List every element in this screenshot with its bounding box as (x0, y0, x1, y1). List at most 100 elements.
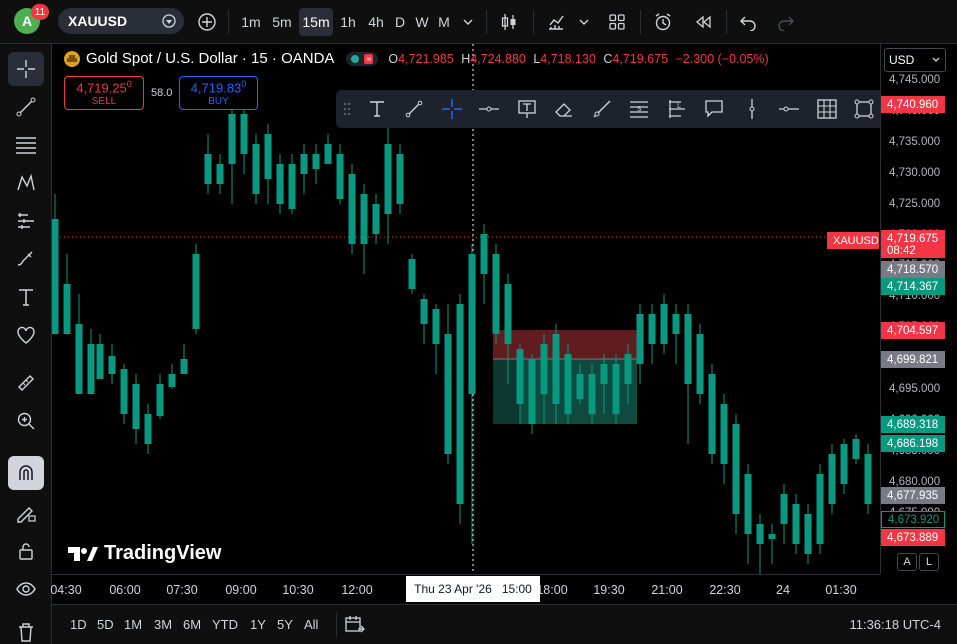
range-5y[interactable]: 5Y (277, 617, 293, 632)
interval-1m[interactable]: 1m (236, 8, 266, 36)
range-1d[interactable]: 1D (70, 617, 87, 632)
legend-title[interactable]: Gold Spot / U.S. Dollar · 15 · OANDA (86, 50, 334, 67)
price-badge: 4,686.198 (881, 435, 945, 452)
patterns-tool[interactable] (8, 166, 44, 200)
interval-d[interactable]: D (391, 8, 409, 36)
brush-tool[interactable] (8, 242, 44, 276)
text-box-icon (518, 100, 536, 118)
forecast-tool[interactable] (8, 204, 44, 238)
symbol-search-button[interactable]: XAUUSD (58, 8, 184, 34)
time-label: 22:30 (709, 583, 741, 597)
ft-vertical-line[interactable] (733, 90, 771, 128)
gem-icon (162, 14, 176, 28)
range-6m[interactable]: 6M (183, 617, 201, 632)
price-badge: 4,714.367 (881, 278, 945, 295)
add-symbol-button[interactable] (194, 8, 220, 36)
text-tool[interactable] (8, 280, 44, 314)
ft-crosshair[interactable] (433, 90, 471, 128)
notification-badge: 11 (31, 4, 49, 20)
remove-drawings-tool[interactable] (8, 620, 44, 644)
price-scale[interactable]: USD 4,745.0004,740.0004,735.0004,730.000… (827, 44, 957, 574)
candle-body (504, 284, 512, 344)
timezone-clock[interactable]: 11:36:18 UTC-4 (849, 617, 941, 632)
goto-date-button[interactable] (344, 614, 366, 641)
candle-body (480, 234, 488, 274)
redo-button[interactable] (772, 8, 800, 36)
zoom-in-icon (17, 412, 35, 430)
range-1m[interactable]: 1M (124, 617, 142, 632)
lock-all-tool[interactable] (8, 534, 44, 568)
crosshair-tool[interactable] (8, 52, 44, 86)
indicators-icon (549, 15, 564, 30)
alert-button[interactable] (648, 8, 678, 36)
indicators-dropdown[interactable] (574, 8, 594, 36)
undo-button[interactable] (734, 8, 762, 36)
buy-button[interactable]: 4,719.830 BUY (179, 76, 258, 110)
drag-handle[interactable] (336, 90, 358, 128)
candle-body (708, 374, 716, 454)
candle-body (120, 369, 128, 414)
ft-rectangle[interactable] (846, 90, 884, 128)
candle-body (744, 474, 752, 534)
price-label: 4,695.000 (889, 383, 941, 395)
ft-eraser[interactable] (546, 90, 584, 128)
candle-body (87, 344, 95, 394)
trend-line-icon (16, 97, 36, 117)
ft-trend-line[interactable] (396, 90, 434, 128)
ft-grid[interactable] (808, 90, 846, 128)
magnet-tool[interactable] (8, 456, 44, 490)
price-badge: 4,673.920 (881, 511, 945, 528)
icons-tool[interactable] (8, 318, 44, 352)
log-scale-button[interactable]: L (919, 553, 939, 571)
candle-body (52, 219, 59, 334)
lock-drawing-tool[interactable] (8, 496, 44, 530)
interval-5m[interactable]: 5m (266, 8, 298, 36)
time-scale[interactable]: 04:30 06:00 07:30 09:00 10:30 12:00 18:00 19:30… (50, 574, 880, 604)
ft-horizontal-line[interactable] (771, 90, 809, 128)
replay-button[interactable] (688, 8, 718, 36)
chart-type-button[interactable] (494, 8, 524, 36)
range-3m[interactable]: 3M (154, 617, 172, 632)
ft-long-position[interactable]: L (658, 90, 696, 128)
ft-fib[interactable]: S (621, 90, 659, 128)
zoom-tool[interactable] (8, 404, 44, 438)
fib-tool[interactable] (8, 128, 44, 162)
interval-15m[interactable]: 15m (299, 8, 333, 36)
layouts-button[interactable] (602, 8, 632, 36)
candle-body (264, 134, 272, 179)
position-icon: L (668, 100, 685, 118)
sell-button[interactable]: 4,719.250 SELL (64, 76, 144, 110)
ft-ray[interactable] (583, 90, 621, 128)
hide-drawings-tool[interactable] (8, 572, 44, 606)
candle-body (312, 154, 320, 169)
drawing-toolbar (0, 44, 52, 644)
ft-callout[interactable] (696, 90, 734, 128)
candle-body (336, 154, 344, 199)
fib-retracement-icon (16, 137, 36, 154)
range-all[interactable]: All (304, 617, 318, 632)
ft-text[interactable] (358, 90, 396, 128)
ft-text-box[interactable] (508, 90, 546, 128)
ft-horizontal-ray[interactable] (471, 90, 509, 128)
candle-body (600, 364, 608, 384)
range-ytd[interactable]: YTD (212, 617, 238, 632)
candle-body (360, 194, 368, 244)
price-badge: 4,740.960 (881, 96, 945, 113)
eye-icon (16, 582, 36, 596)
range-5d[interactable]: 5D (97, 617, 114, 632)
range-1y[interactable]: 1Y (250, 617, 266, 632)
indicators-button[interactable] (541, 8, 571, 36)
interval-m[interactable]: M (434, 8, 454, 36)
trend-line-tool[interactable] (8, 90, 44, 124)
candle-body (780, 494, 788, 524)
candle-body (552, 334, 560, 404)
measure-tool[interactable] (8, 366, 44, 400)
auto-scale-button[interactable]: A (897, 553, 917, 571)
candle-body (144, 414, 152, 444)
intervals-dropdown[interactable] (458, 8, 478, 36)
interval-w[interactable]: W (412, 8, 432, 36)
currency-select[interactable]: USD (884, 48, 946, 72)
interval-4h[interactable]: 4h (362, 8, 390, 36)
interval-1h[interactable]: 1h (334, 8, 362, 36)
candle-body (468, 254, 476, 394)
